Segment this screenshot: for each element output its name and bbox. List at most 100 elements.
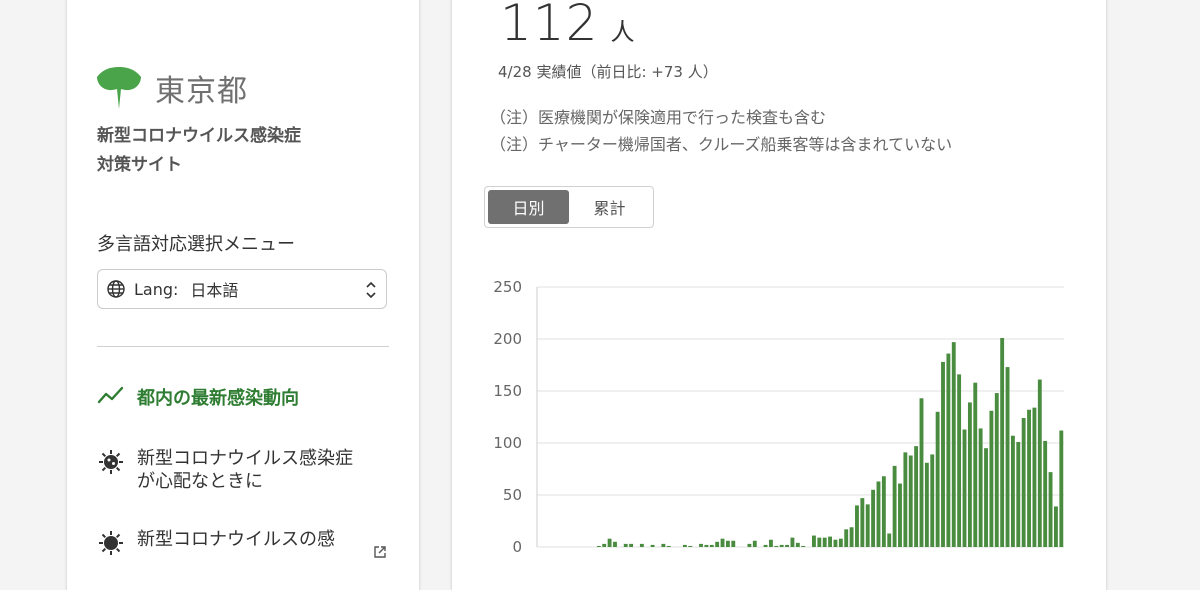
nav-item-covid-info-external[interactable]: 新型コロナウイルスの感 — [97, 528, 335, 556]
y-tick-label: 50 — [503, 486, 522, 504]
chart-bar[interactable] — [774, 545, 779, 547]
nav-item-label-line1: 新型コロナウイルス感染症 — [137, 448, 353, 469]
chart-bar[interactable] — [924, 462, 929, 547]
chart-bar[interactable] — [795, 542, 800, 547]
nav-item-label: 新型コロナウイルス感染症 が心配なときに — [137, 447, 353, 493]
chart-bar[interactable] — [699, 543, 703, 547]
lang-prefix: Lang: — [134, 279, 179, 299]
chart-bar[interactable] — [747, 543, 752, 547]
chart-bar[interactable] — [682, 544, 687, 547]
chart-bar[interactable] — [1027, 409, 1031, 547]
chart-bar[interactable] — [828, 536, 833, 547]
chart-bar[interactable] — [822, 537, 827, 547]
chart-bar[interactable] — [914, 446, 919, 547]
chart-bar[interactable] — [849, 527, 854, 547]
chart-bar[interactable] — [801, 545, 806, 547]
positive-cases-card: 112 人 4/28 実績値（前日比: +73 人） （注）医療機関が保険適用で行… — [451, 0, 1107, 590]
chart-bar[interactable] — [973, 382, 978, 547]
chart-bar[interactable] — [785, 544, 789, 547]
site-logo[interactable]: 東京都 — [97, 66, 248, 110]
chart-bar[interactable] — [935, 411, 940, 547]
nav-item-latest-trends[interactable]: 都内の最新感染動向 — [97, 384, 299, 410]
nav-item-label: 都内の最新感染動向 — [137, 388, 299, 409]
chart-bar[interactable] — [725, 540, 730, 547]
chart-bar[interactable] — [957, 374, 962, 547]
globe-icon — [106, 279, 126, 299]
chart-bar[interactable] — [898, 483, 902, 547]
chart-bar[interactable] — [613, 541, 617, 547]
chart-bar[interactable] — [994, 393, 999, 547]
chart-bar[interactable] — [962, 429, 967, 547]
trend-line-icon — [97, 384, 125, 406]
chart-bar[interactable] — [855, 505, 859, 547]
chart-bar[interactable] — [919, 398, 924, 547]
nav-item-when-worried[interactable]: 新型コロナウイルス感染症 が心配なときに — [97, 447, 353, 493]
chart-bar[interactable] — [629, 543, 634, 547]
chart-bar[interactable] — [844, 529, 849, 547]
chart-bar[interactable] — [596, 545, 601, 547]
nav-item-label: 新型コロナウイルスの感 — [137, 529, 335, 550]
tokyo-ginkgo-logo-icon — [97, 67, 141, 109]
chart-bar[interactable] — [752, 540, 757, 547]
chart-bar[interactable] — [790, 537, 795, 547]
chart-bar[interactable] — [833, 539, 838, 547]
logo-text: 東京都 — [155, 74, 248, 109]
chart-bar[interactable] — [930, 454, 935, 547]
chart-bar[interactable] — [1043, 440, 1048, 547]
daily-positive-bar-chart: 0 50 100 150 200 250 — [493, 278, 1064, 556]
chart-bar[interactable] — [908, 455, 913, 547]
chart-bar[interactable] — [1000, 337, 1005, 547]
chart-bar[interactable] — [989, 410, 994, 547]
sidebar-divider — [97, 346, 389, 347]
chart-bar[interactable] — [967, 402, 972, 547]
chart-bar[interactable] — [876, 481, 881, 547]
chart-bar[interactable] — [639, 543, 644, 547]
chart-bar[interactable] — [623, 543, 628, 547]
chart-bar[interactable] — [1048, 472, 1053, 547]
chart-bar[interactable] — [720, 538, 725, 547]
chart-bar[interactable] — [709, 544, 714, 547]
chart-bar[interactable] — [650, 544, 655, 547]
chart-bar[interactable] — [607, 538, 612, 547]
chart-bar[interactable] — [1010, 435, 1015, 547]
sidebar: 東京都 新型コロナウイルス感染症 対策サイト 多言語対応選択メニュー Lang:… — [66, 0, 420, 590]
y-tick-label: 200 — [493, 330, 522, 348]
chart-bar[interactable] — [602, 543, 607, 547]
language-menu-label: 多言語対応選択メニュー — [97, 234, 295, 255]
chart-bar[interactable] — [731, 540, 736, 547]
chart-bar[interactable] — [892, 465, 897, 547]
chart-bar[interactable] — [887, 533, 892, 547]
chart-bar[interactable] — [688, 545, 693, 547]
chart-bar[interactable] — [812, 535, 816, 547]
chart-bar[interactable] — [768, 539, 773, 547]
chart-bar[interactable] — [1016, 441, 1021, 547]
chart-bar[interactable] — [903, 452, 908, 547]
chart-bar[interactable] — [860, 498, 865, 547]
chart-bar[interactable] — [715, 541, 720, 547]
chart-bar[interactable] — [1021, 418, 1026, 547]
language-select[interactable]: Lang: 日本語 — [97, 269, 387, 309]
chart-bar[interactable] — [817, 537, 822, 547]
chart-bar[interactable] — [1054, 506, 1058, 547]
chart-bar[interactable] — [704, 544, 709, 547]
chart-bar[interactable] — [951, 342, 956, 547]
chart-bar[interactable] — [1005, 367, 1010, 547]
chart-bar[interactable] — [984, 448, 988, 547]
chart-bar[interactable] — [838, 538, 843, 547]
y-tick-label: 150 — [493, 382, 522, 400]
nav-item-label-line2: が心配なときに — [137, 471, 263, 492]
chart-bar[interactable] — [881, 476, 886, 547]
chart-bar[interactable] — [865, 504, 870, 547]
y-tick-label: 0 — [512, 538, 522, 556]
chart-bar[interactable] — [666, 545, 671, 547]
chart-bar[interactable] — [779, 544, 784, 547]
chart-bar[interactable] — [978, 428, 983, 547]
chart-bar[interactable] — [763, 544, 768, 547]
chart-bar[interactable] — [1037, 379, 1042, 547]
chart-bar[interactable] — [871, 489, 876, 547]
chart-bar[interactable] — [1032, 407, 1037, 547]
chart-bar[interactable] — [946, 353, 951, 547]
chart-bar[interactable] — [1059, 430, 1064, 547]
chart-bar[interactable] — [661, 543, 666, 547]
chart-bar[interactable] — [941, 361, 945, 547]
